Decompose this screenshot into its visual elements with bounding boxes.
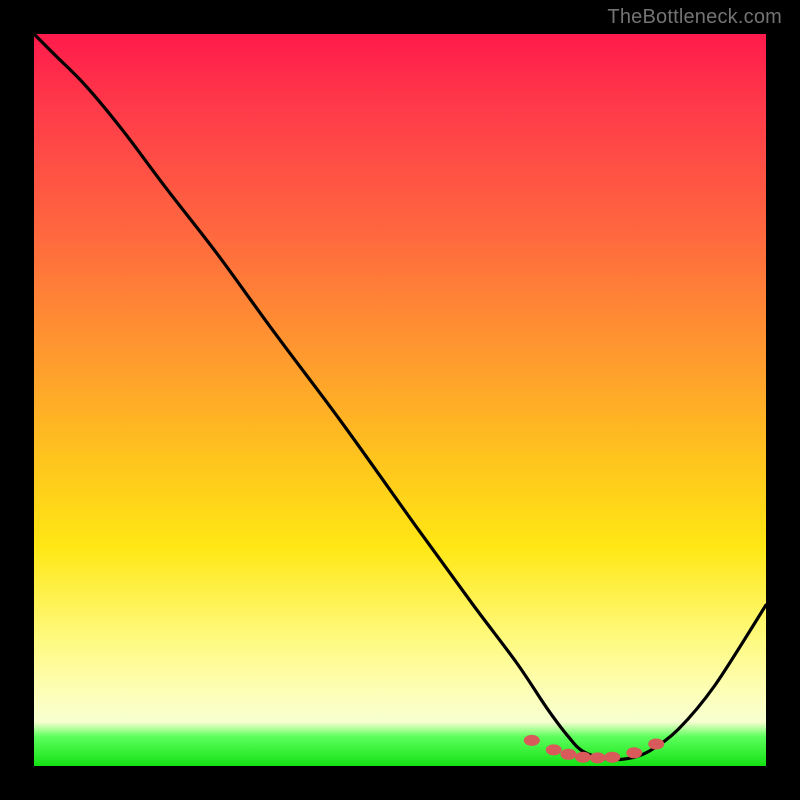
min-marker bbox=[648, 739, 664, 750]
min-marker bbox=[524, 735, 540, 746]
min-markers bbox=[524, 735, 664, 764]
bottleneck-curve bbox=[34, 34, 766, 760]
min-marker bbox=[575, 752, 591, 763]
plot-area bbox=[34, 34, 766, 766]
chart-frame: TheBottleneck.com bbox=[0, 0, 800, 800]
watermark-text: TheBottleneck.com bbox=[607, 6, 782, 29]
min-marker bbox=[546, 744, 562, 755]
min-marker bbox=[560, 749, 576, 760]
min-marker bbox=[604, 752, 620, 763]
curve-svg bbox=[34, 34, 766, 766]
min-marker bbox=[590, 752, 606, 763]
min-marker bbox=[626, 747, 642, 758]
